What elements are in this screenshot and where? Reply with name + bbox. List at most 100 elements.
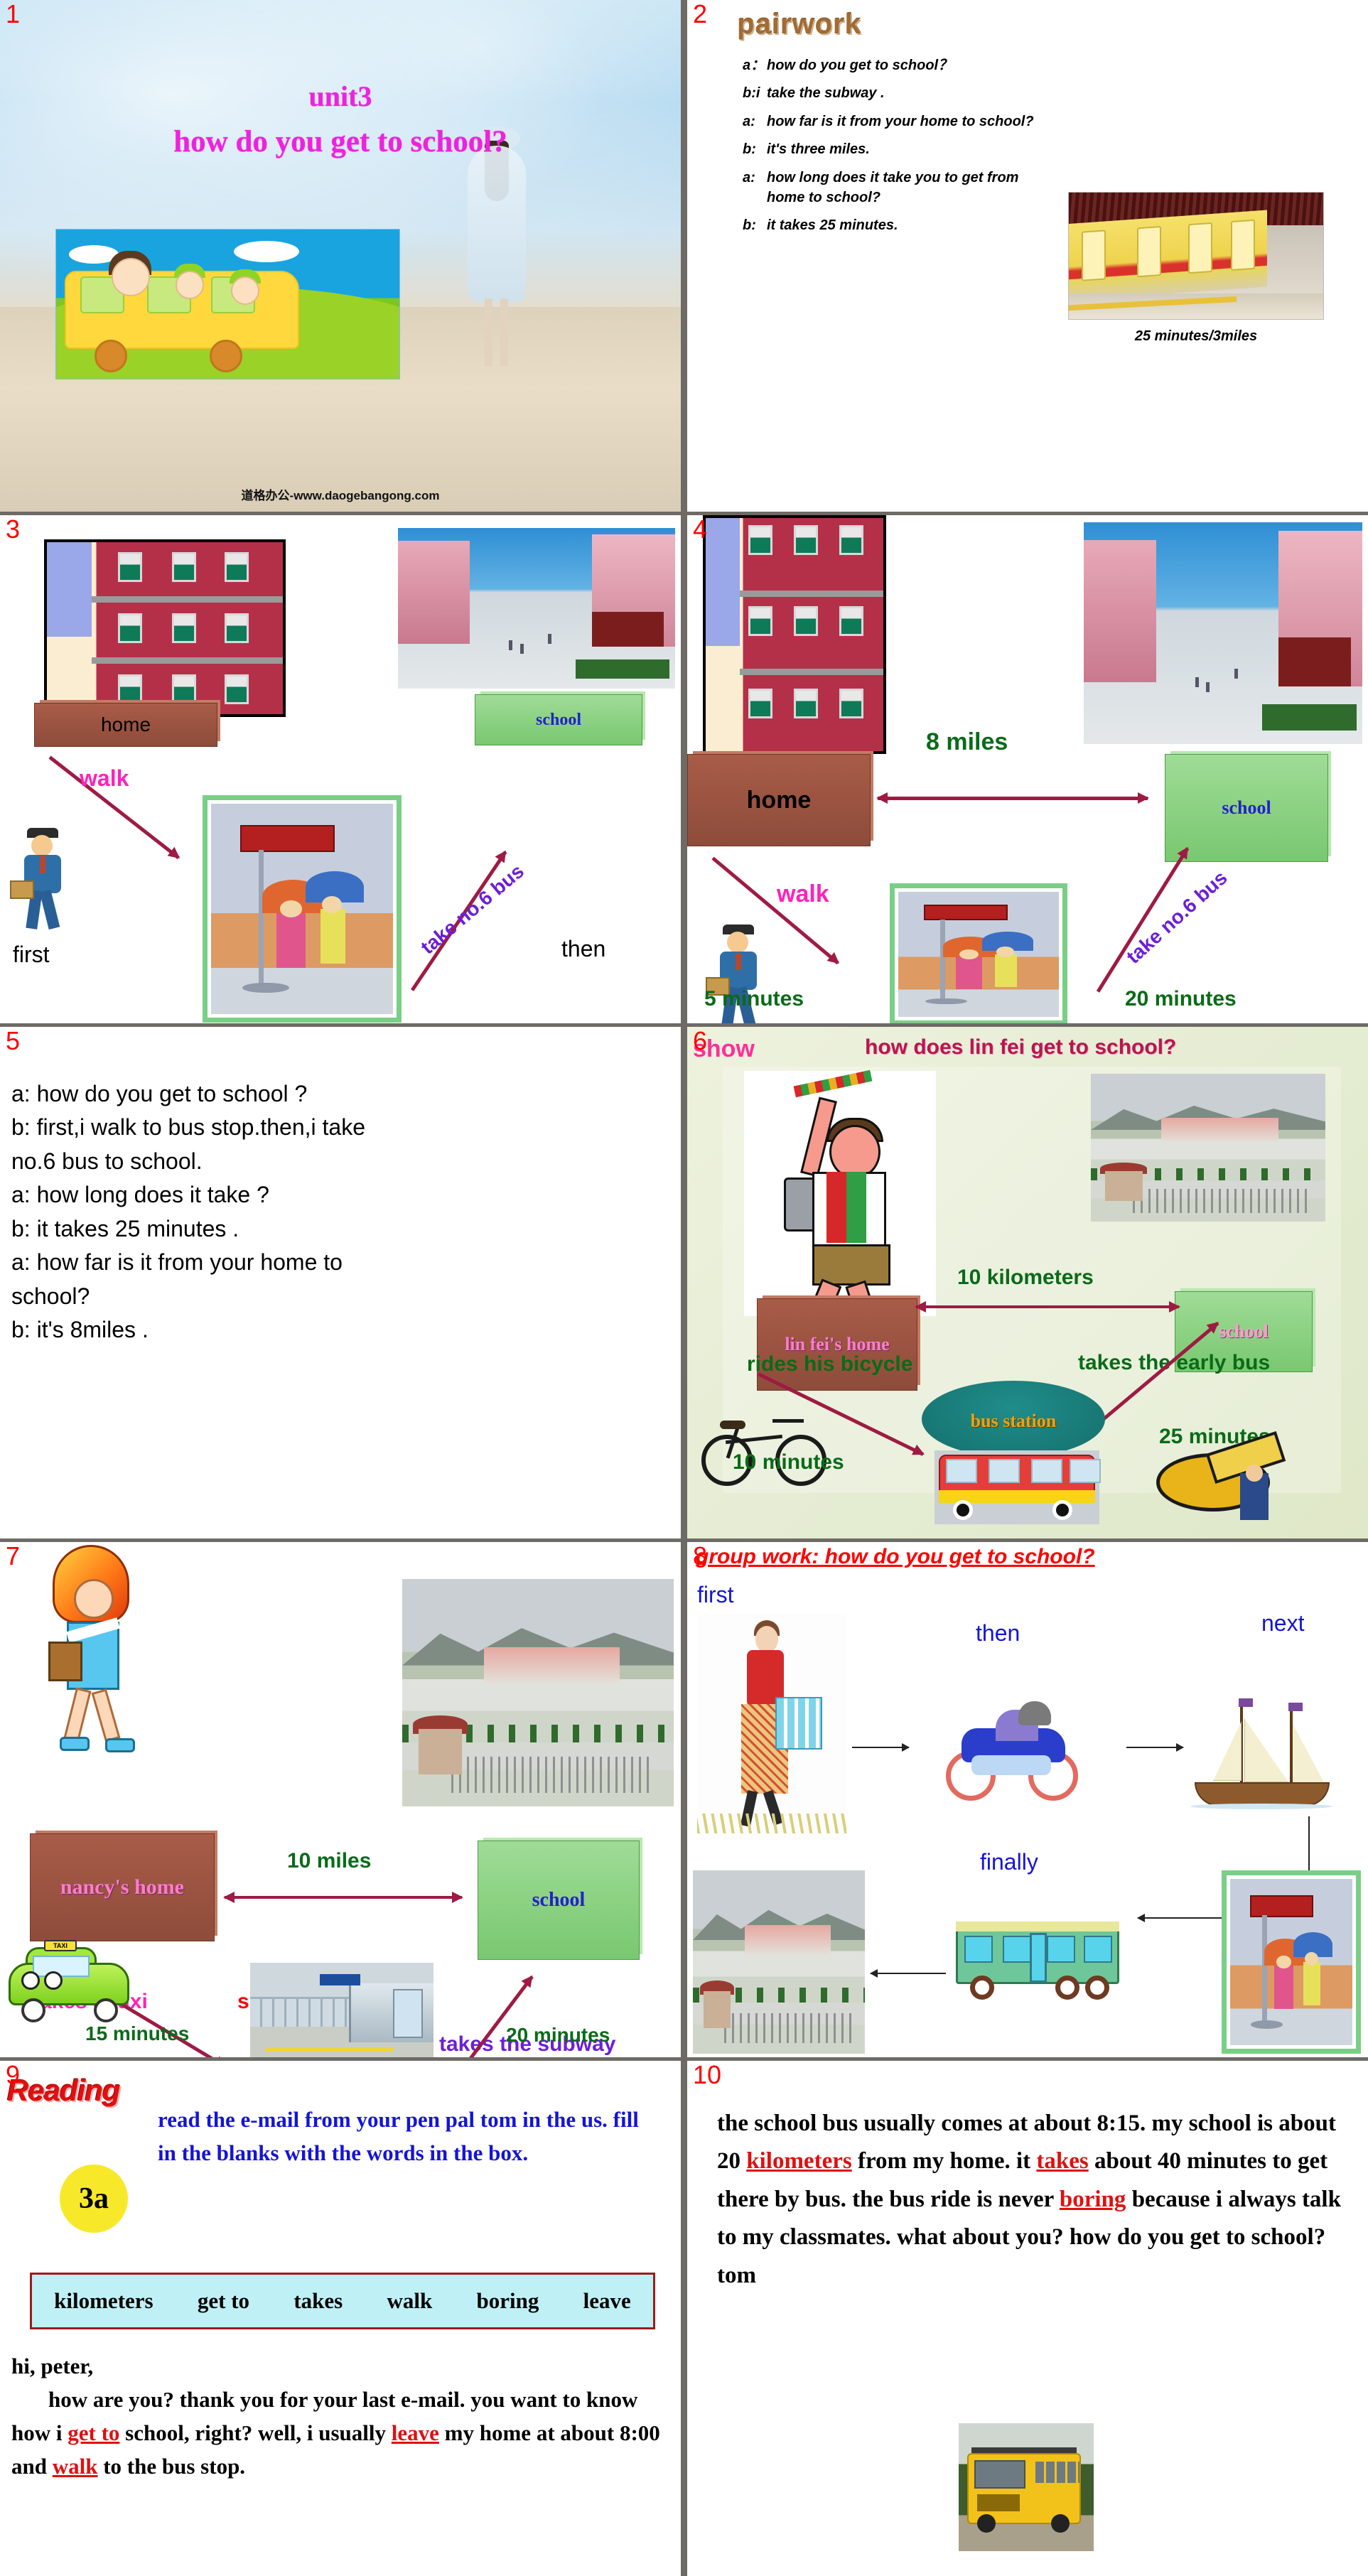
walking-man-clipart	[10, 828, 80, 931]
bus-time-label: 20 minutes	[1125, 987, 1237, 1011]
green-bus-clipart	[949, 1876, 1126, 2011]
distance-label: 10 kilometers	[957, 1266, 1094, 1289]
taxi-clipart: TAXI	[4, 1940, 139, 2025]
title-line-2: how do you get to school?	[173, 125, 507, 158]
arrow-bus-to-school	[870, 1969, 946, 1978]
page-title: unit3 how do you get to school?	[0, 75, 681, 166]
dialogue-line: a: how far is it from your home to	[11, 1249, 343, 1276]
email-text-b: from my home. it	[857, 2148, 1031, 2174]
bus-station-label: bus station	[970, 1411, 1057, 1431]
home-node: lin fei's home	[757, 1298, 917, 1391]
village-school-photo	[693, 1870, 865, 2054]
slide-row-4: 7 nancy's home school 10 miles takes a t…	[0, 1542, 1368, 2057]
answer-blank-3[interactable]: boring	[1060, 2187, 1126, 2212]
slide-1[interactable]: 1 unit3 how do you get to school? 道格办公-w…	[0, 0, 681, 512]
slide-3[interactable]: 3 home school walk take no.6 bus first t…	[0, 515, 681, 1023]
email-body-text: the school bus usually comes at about 8:…	[717, 2105, 1342, 2295]
slide-7[interactable]: 7 nancy's home school 10 miles takes a t…	[0, 1542, 681, 2057]
sailboat-clipart	[1185, 1697, 1348, 1818]
clock-cake-clipart	[1156, 1431, 1291, 1524]
word-bank-item[interactable]: takes	[293, 2288, 343, 2314]
word-bank-item[interactable]: boring	[477, 2288, 539, 2314]
answer-blank-2[interactable]: leave	[392, 2420, 439, 2445]
dialogue-line: b: it takes 25 minutes.	[743, 217, 898, 234]
subway-station-photo	[250, 1963, 433, 2057]
subway-platform-photo	[1068, 192, 1324, 320]
answer-blank-1[interactable]: get to	[68, 2420, 119, 2445]
walk-label: walk	[777, 880, 829, 907]
arrow-moto-to-boat	[1126, 1743, 1184, 1752]
slide-6[interactable]: show 6 how does lin fei get to school? l…	[687, 1027, 1368, 1538]
subway-caption: 25 minutes/3miles	[1134, 328, 1258, 344]
slide-row-1: 1 unit3 how do you get to school? 道格办公-w…	[0, 0, 1368, 512]
slide-deck: 1 unit3 how do you get to school? 道格办公-w…	[0, 0, 1368, 2576]
question-heading: how does lin fei get to school?	[865, 1035, 1177, 1059]
arrow-busstop-to-bus	[1137, 1914, 1223, 1922]
word-bank-item[interactable]: leave	[583, 2288, 631, 2314]
arrow-lady-to-moto	[852, 1743, 910, 1752]
answer-blank-3[interactable]: walk	[53, 2454, 98, 2479]
distance-label: 10 miles	[287, 1849, 372, 1872]
dialogue-line: a: how long does it take you to get from …	[743, 169, 1019, 205]
walk-time-label: 5 minutes	[704, 987, 804, 1011]
dialogue-line: b: first,i walk to bus stop.then,i take	[11, 1114, 366, 1141]
then-label: then	[561, 936, 606, 961]
bicycle-label: rides his bicycle	[747, 1352, 913, 1376]
email-body-text: hi, peter, how are you? thank you for yo…	[11, 2349, 665, 2483]
dialogue-line: b: it's 8miles .	[11, 1317, 149, 1343]
slide-row-5: 9 Reading 3a read the e-mail from your p…	[0, 2061, 1368, 2576]
slide-number: 2	[693, 0, 708, 28]
dialogue-line: b:i take the subway .	[743, 85, 885, 102]
title-line-1: unit3	[308, 80, 372, 112]
slide-number: 1	[6, 0, 21, 28]
step-finally-label: finally	[980, 1849, 1038, 1875]
watermark-text: 道格办公-www.daogebangong.com	[241, 489, 440, 502]
red-bus-clipart	[935, 1450, 1101, 1524]
word-bank-box: kilometers get to takes walk boring leav…	[30, 2273, 655, 2329]
subway-time-label: 20 minutes	[506, 2024, 610, 2046]
slide-2[interactable]: 2 pairwork a： how do you get to school？ b…	[687, 0, 1368, 512]
distance-arrow	[915, 1301, 1180, 1313]
group-work-heading: group work: how do you get to school?	[696, 1545, 1095, 1568]
school-node: school	[475, 694, 642, 745]
take-bus-label: take no.6 bus	[1122, 866, 1232, 969]
slide-9[interactable]: 9 Reading 3a read the e-mail from your p…	[0, 2061, 681, 2576]
step-next-label: next	[1261, 1610, 1305, 1636]
running-boy-clipart	[744, 1069, 936, 1324]
slide-number: 10	[693, 2061, 722, 2089]
slide-number: 4	[693, 515, 708, 544]
house-photo	[44, 539, 286, 717]
word-bank-item[interactable]: kilometers	[54, 2288, 153, 2314]
village-school-photo	[1091, 1074, 1325, 1222]
email-signature: tom	[717, 2262, 756, 2288]
slide-number: 5	[6, 1027, 21, 1055]
slide-row-3: 5 a: how do you get to school ? b: first…	[0, 1027, 1368, 1538]
slide-row-2: 3 home school walk take no.6 bus first t…	[0, 515, 1368, 1023]
bus-stop-picture	[890, 883, 1067, 1023]
slide-number: 6	[693, 1027, 708, 1055]
email-greeting: hi, peter,	[11, 2354, 94, 2378]
yellow-school-bus-photo	[959, 2423, 1094, 2551]
answer-blank-2[interactable]: takes	[1036, 2148, 1088, 2174]
step-first-label: first	[697, 1582, 734, 1607]
exercise-badge: 3a	[60, 2165, 128, 2233]
dialogue-line: a： how do you get to school？	[743, 58, 953, 73]
taxi-time-label: 15 minutes	[85, 2022, 190, 2044]
dialogue-line: school?	[11, 1283, 90, 1309]
school-photo	[398, 528, 675, 689]
slide-8[interactable]: group work: how do you get to school? 8 …	[687, 1542, 1368, 2057]
bus-label: takes the early bus	[1078, 1351, 1271, 1374]
dialogue-list: a： how do you get to school？ b:i take the …	[743, 55, 1041, 244]
word-bank-item[interactable]: get to	[198, 2288, 249, 2314]
dialogue-line: a: how long does it take ?	[11, 1182, 269, 1208]
slide-10[interactable]: 10 the school bus usually comes at about…	[687, 2061, 1368, 2576]
walk-label: walk	[80, 765, 129, 791]
distance-label: 8 miles	[926, 728, 1008, 755]
bus-station-node: bus station	[922, 1381, 1105, 1457]
dialogue-line: b: it's three miles.	[743, 141, 870, 158]
slide-4[interactable]: 4 home school 8 miles walk take no.6 bus…	[687, 515, 1368, 1023]
slide-number: 3	[6, 515, 21, 544]
word-bank-item[interactable]: walk	[387, 2288, 433, 2314]
answer-blank-1[interactable]: kilometers	[746, 2148, 851, 2174]
slide-5[interactable]: 5 a: how do you get to school ? b: first…	[0, 1027, 681, 1538]
